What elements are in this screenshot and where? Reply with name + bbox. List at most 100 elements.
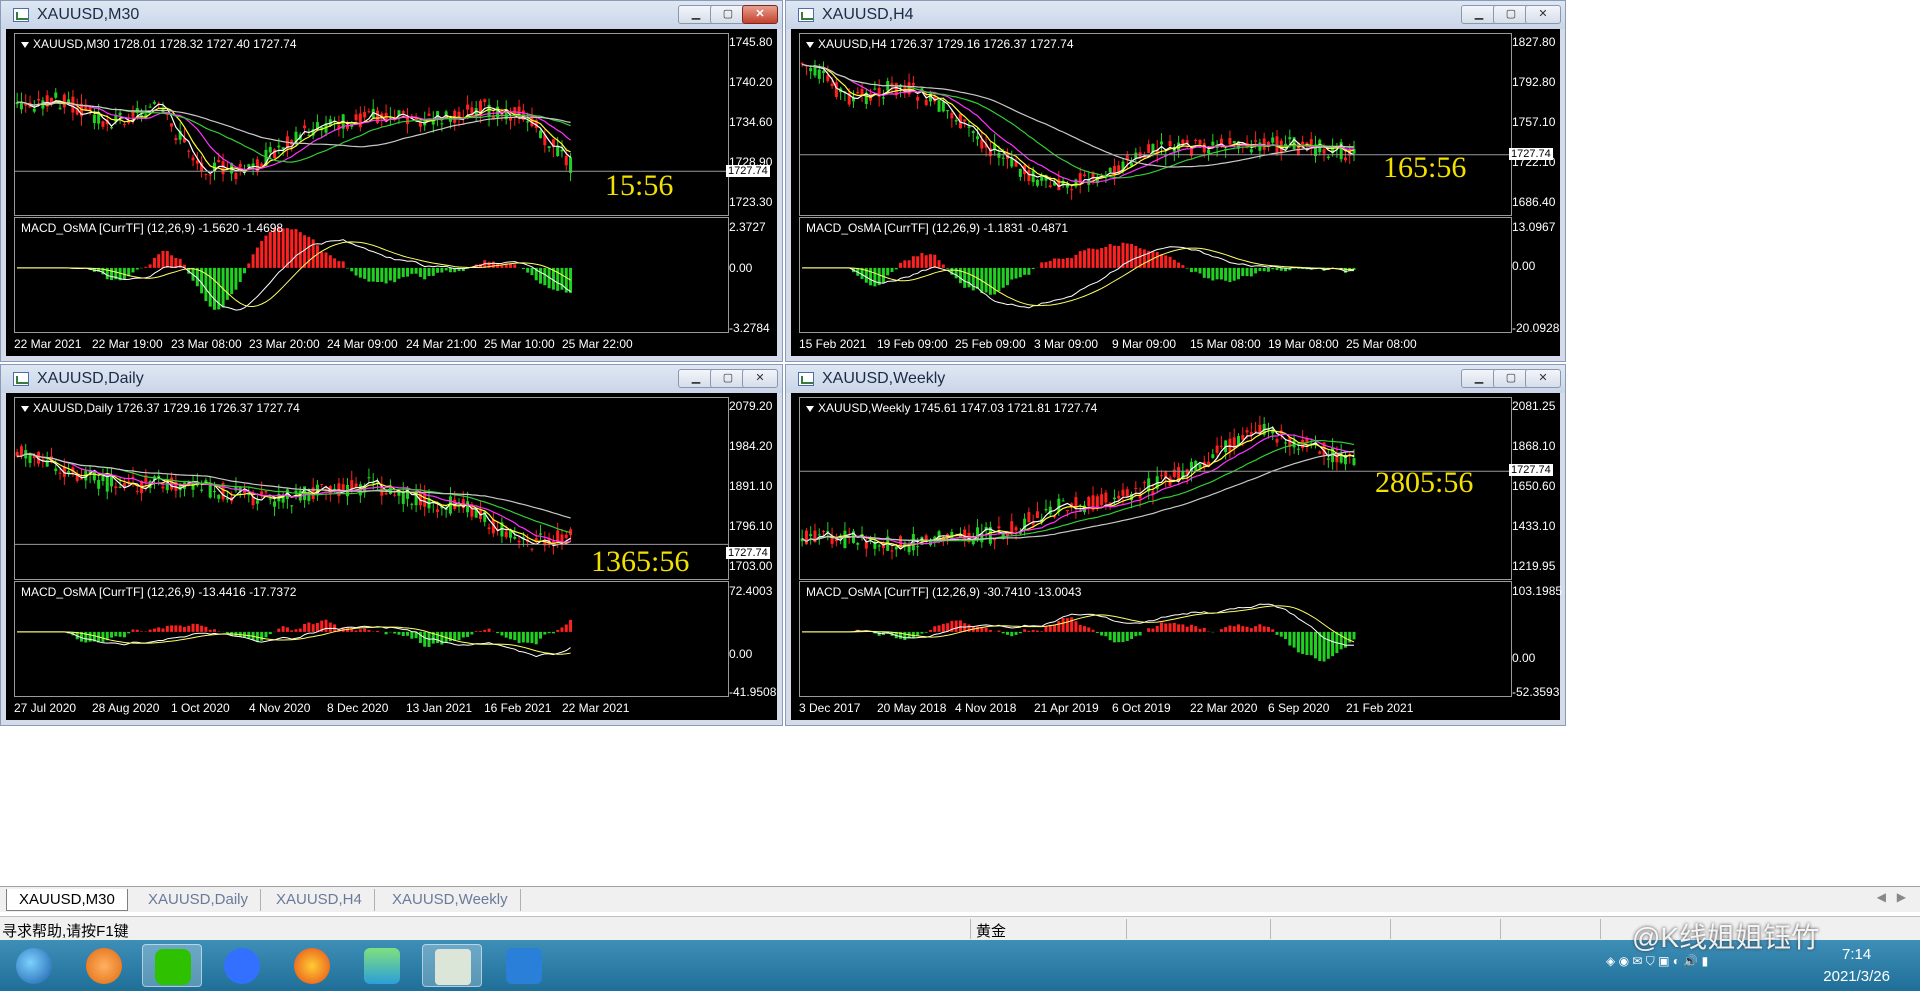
macd-histogram-bar <box>513 264 517 268</box>
chart-window-m30[interactable]: XAUUSD,M30 ▁ ▢ ✕ XAUUSD,M30 1728.01 1728… <box>0 0 783 362</box>
macd-histogram-bar <box>436 267 440 273</box>
macd-histogram-bar <box>436 631 440 644</box>
candle-body <box>1001 157 1005 159</box>
time-axis-label: 25 Mar 22:00 <box>562 337 633 351</box>
macd-histogram-bar <box>448 267 452 273</box>
macd-histogram-bar <box>406 631 410 636</box>
candle-body <box>427 113 431 116</box>
candle-body <box>118 112 122 116</box>
minimize-button[interactable]: ▁ <box>1461 5 1497 24</box>
start-orb-icon[interactable] <box>4 944 64 987</box>
chart-window-h4[interactable]: XAUUSD,H4 ▁ ▢ ✕ XAUUSD,H4 1726.37 1729.1… <box>785 0 1566 362</box>
macd-histogram-bar <box>496 631 500 634</box>
chart-area[interactable]: XAUUSD,Daily 1726.37 1729.16 1726.37 172… <box>6 393 777 720</box>
candle-body <box>1194 139 1198 141</box>
macd-histogram-bar <box>1305 631 1309 655</box>
macd-histogram-bar <box>1142 249 1146 268</box>
chart-area[interactable]: XAUUSD,H4 1726.37 1729.16 1726.37 1727.7… <box>791 29 1560 356</box>
candle-body <box>1035 179 1039 186</box>
candle-body <box>1074 179 1078 187</box>
maximize-button[interactable]: ▢ <box>710 5 746 24</box>
macd-pane[interactable]: MACD_OsMA [CurrTF] (12,26,9) -30.7410 -1… <box>799 581 1512 697</box>
tab-xauusd-m30[interactable]: XAUUSD,M30 <box>6 889 128 911</box>
macd-histogram-bar <box>294 229 298 268</box>
candle-body <box>19 446 23 456</box>
macd-pane[interactable]: MACD_OsMA [CurrTF] (12,26,9) -1.5620 -1.… <box>14 217 729 333</box>
chart-area[interactable]: XAUUSD,Weekly 1745.61 1747.03 1721.81 17… <box>791 393 1562 720</box>
candle-body <box>354 114 358 121</box>
macd-histogram-bar <box>1091 248 1095 268</box>
tabs-scroll-left-icon[interactable]: ◀ <box>1877 890 1886 904</box>
indicator-axis-label: 13.0967 <box>1512 220 1556 234</box>
window-titlebar[interactable]: XAUUSD,M30 ▁ ▢ ✕ <box>1 1 782 29</box>
maximize-button[interactable]: ▢ <box>710 369 746 388</box>
candle-body <box>822 70 826 74</box>
tray-icons[interactable]: ◈ ◉ ✉ ⛉ ▣ ◐ 🔊 ▮ <box>1606 954 1708 969</box>
macd-histogram-bar <box>1130 243 1134 268</box>
candle-body <box>817 534 821 536</box>
minimize-button[interactable]: ▁ <box>678 369 714 388</box>
maximize-button[interactable]: ▢ <box>1493 369 1529 388</box>
window-titlebar[interactable]: XAUUSD,Weekly ▁ ▢ ✕ <box>786 365 1565 393</box>
candle-body <box>997 526 1001 529</box>
macd-histogram-bar <box>285 228 289 268</box>
maximize-button[interactable]: ▢ <box>1493 5 1529 24</box>
time-axis-label: 6 Oct 2019 <box>1112 701 1171 715</box>
candle-body <box>1343 157 1347 161</box>
macd-histogram-bar <box>324 619 328 632</box>
price-pane[interactable]: XAUUSD,Daily 1726.37 1729.16 1726.37 172… <box>14 397 729 580</box>
close-button[interactable]: ✕ <box>742 369 778 388</box>
security-shield-icon[interactable] <box>494 944 554 987</box>
candle-body <box>114 486 118 489</box>
firefox-icon[interactable] <box>282 944 342 987</box>
candle-body <box>28 455 32 464</box>
minimize-button[interactable]: ▁ <box>1461 369 1497 388</box>
close-button[interactable]: ✕ <box>1525 5 1561 24</box>
collapse-triangle-icon[interactable] <box>806 42 814 48</box>
chart-window-daily[interactable]: XAUUSD,Daily ▁ ▢ ✕ XAUUSD,Daily 1726.37 … <box>0 364 783 726</box>
macd-histogram-bar <box>1117 245 1121 268</box>
tab-xauusd-daily[interactable]: XAUUSD,Daily <box>136 889 262 911</box>
tab-xauusd-weekly[interactable]: XAUUSD,Weekly <box>380 889 521 911</box>
candle-body <box>1215 445 1219 453</box>
candle-body <box>19 102 23 110</box>
app-orange-icon[interactable] <box>74 944 134 987</box>
macd-histogram-bar <box>1236 624 1240 632</box>
trading-app-icon[interactable] <box>422 944 482 987</box>
minimize-button[interactable]: ▁ <box>678 5 714 24</box>
tab-xauusd-h4[interactable]: XAUUSD,H4 <box>264 889 375 911</box>
macd-histogram-bar <box>157 627 161 632</box>
price-pane[interactable]: XAUUSD,H4 1726.37 1729.16 1726.37 1727.7… <box>799 33 1512 216</box>
candle-body <box>916 96 920 101</box>
macd-histogram-bar <box>401 631 405 636</box>
price-pane[interactable]: XAUUSD,M30 1728.01 1728.32 1727.40 1727.… <box>14 33 729 216</box>
media-player-icon[interactable] <box>352 944 412 987</box>
taskbar-clock[interactable]: 7:14 2021/3/26 <box>1823 944 1890 988</box>
wechat-icon[interactable] <box>142 944 202 987</box>
feishu-icon[interactable] <box>212 944 272 987</box>
macd-histogram-bar <box>1087 627 1091 632</box>
price-pane[interactable]: XAUUSD,Weekly 1745.61 1747.03 1721.81 17… <box>799 397 1512 580</box>
price-axis-label: 1984.20 <box>729 439 773 453</box>
close-button[interactable]: ✕ <box>742 5 778 24</box>
collapse-triangle-icon[interactable] <box>806 406 814 412</box>
collapse-triangle-icon[interactable] <box>21 406 29 412</box>
tabs-scroll-right-icon[interactable]: ▶ <box>1897 890 1906 904</box>
collapse-triangle-icon[interactable] <box>21 42 29 48</box>
macd-histogram-bar <box>997 267 1001 292</box>
macd-histogram-bar <box>418 631 422 644</box>
macd-histogram-bar <box>967 267 971 288</box>
time-axis-label: 23 Mar 08:00 <box>171 337 242 351</box>
candle-body <box>1010 521 1014 533</box>
chart-area[interactable]: XAUUSD,M30 1728.01 1728.32 1727.40 1727.… <box>6 29 777 356</box>
time-axis-label: 19 Feb 09:00 <box>877 337 948 351</box>
macd-pane[interactable]: MACD_OsMA [CurrTF] (12,26,9) -13.4416 -1… <box>14 581 729 697</box>
window-titlebar[interactable]: XAUUSD,Daily ▁ ▢ ✕ <box>1 365 782 393</box>
macd-pane[interactable]: MACD_OsMA [CurrTF] (12,26,9) -1.1831 -0.… <box>799 217 1512 333</box>
candle-body <box>980 533 984 543</box>
macd-histogram-bar <box>1172 622 1176 632</box>
macd-histogram-bar <box>924 255 928 268</box>
close-button[interactable]: ✕ <box>1525 369 1561 388</box>
chart-window-weekly[interactable]: XAUUSD,Weekly ▁ ▢ ✕ XAUUSD,Weekly 1745.6… <box>785 364 1566 726</box>
window-titlebar[interactable]: XAUUSD,H4 ▁ ▢ ✕ <box>786 1 1565 29</box>
